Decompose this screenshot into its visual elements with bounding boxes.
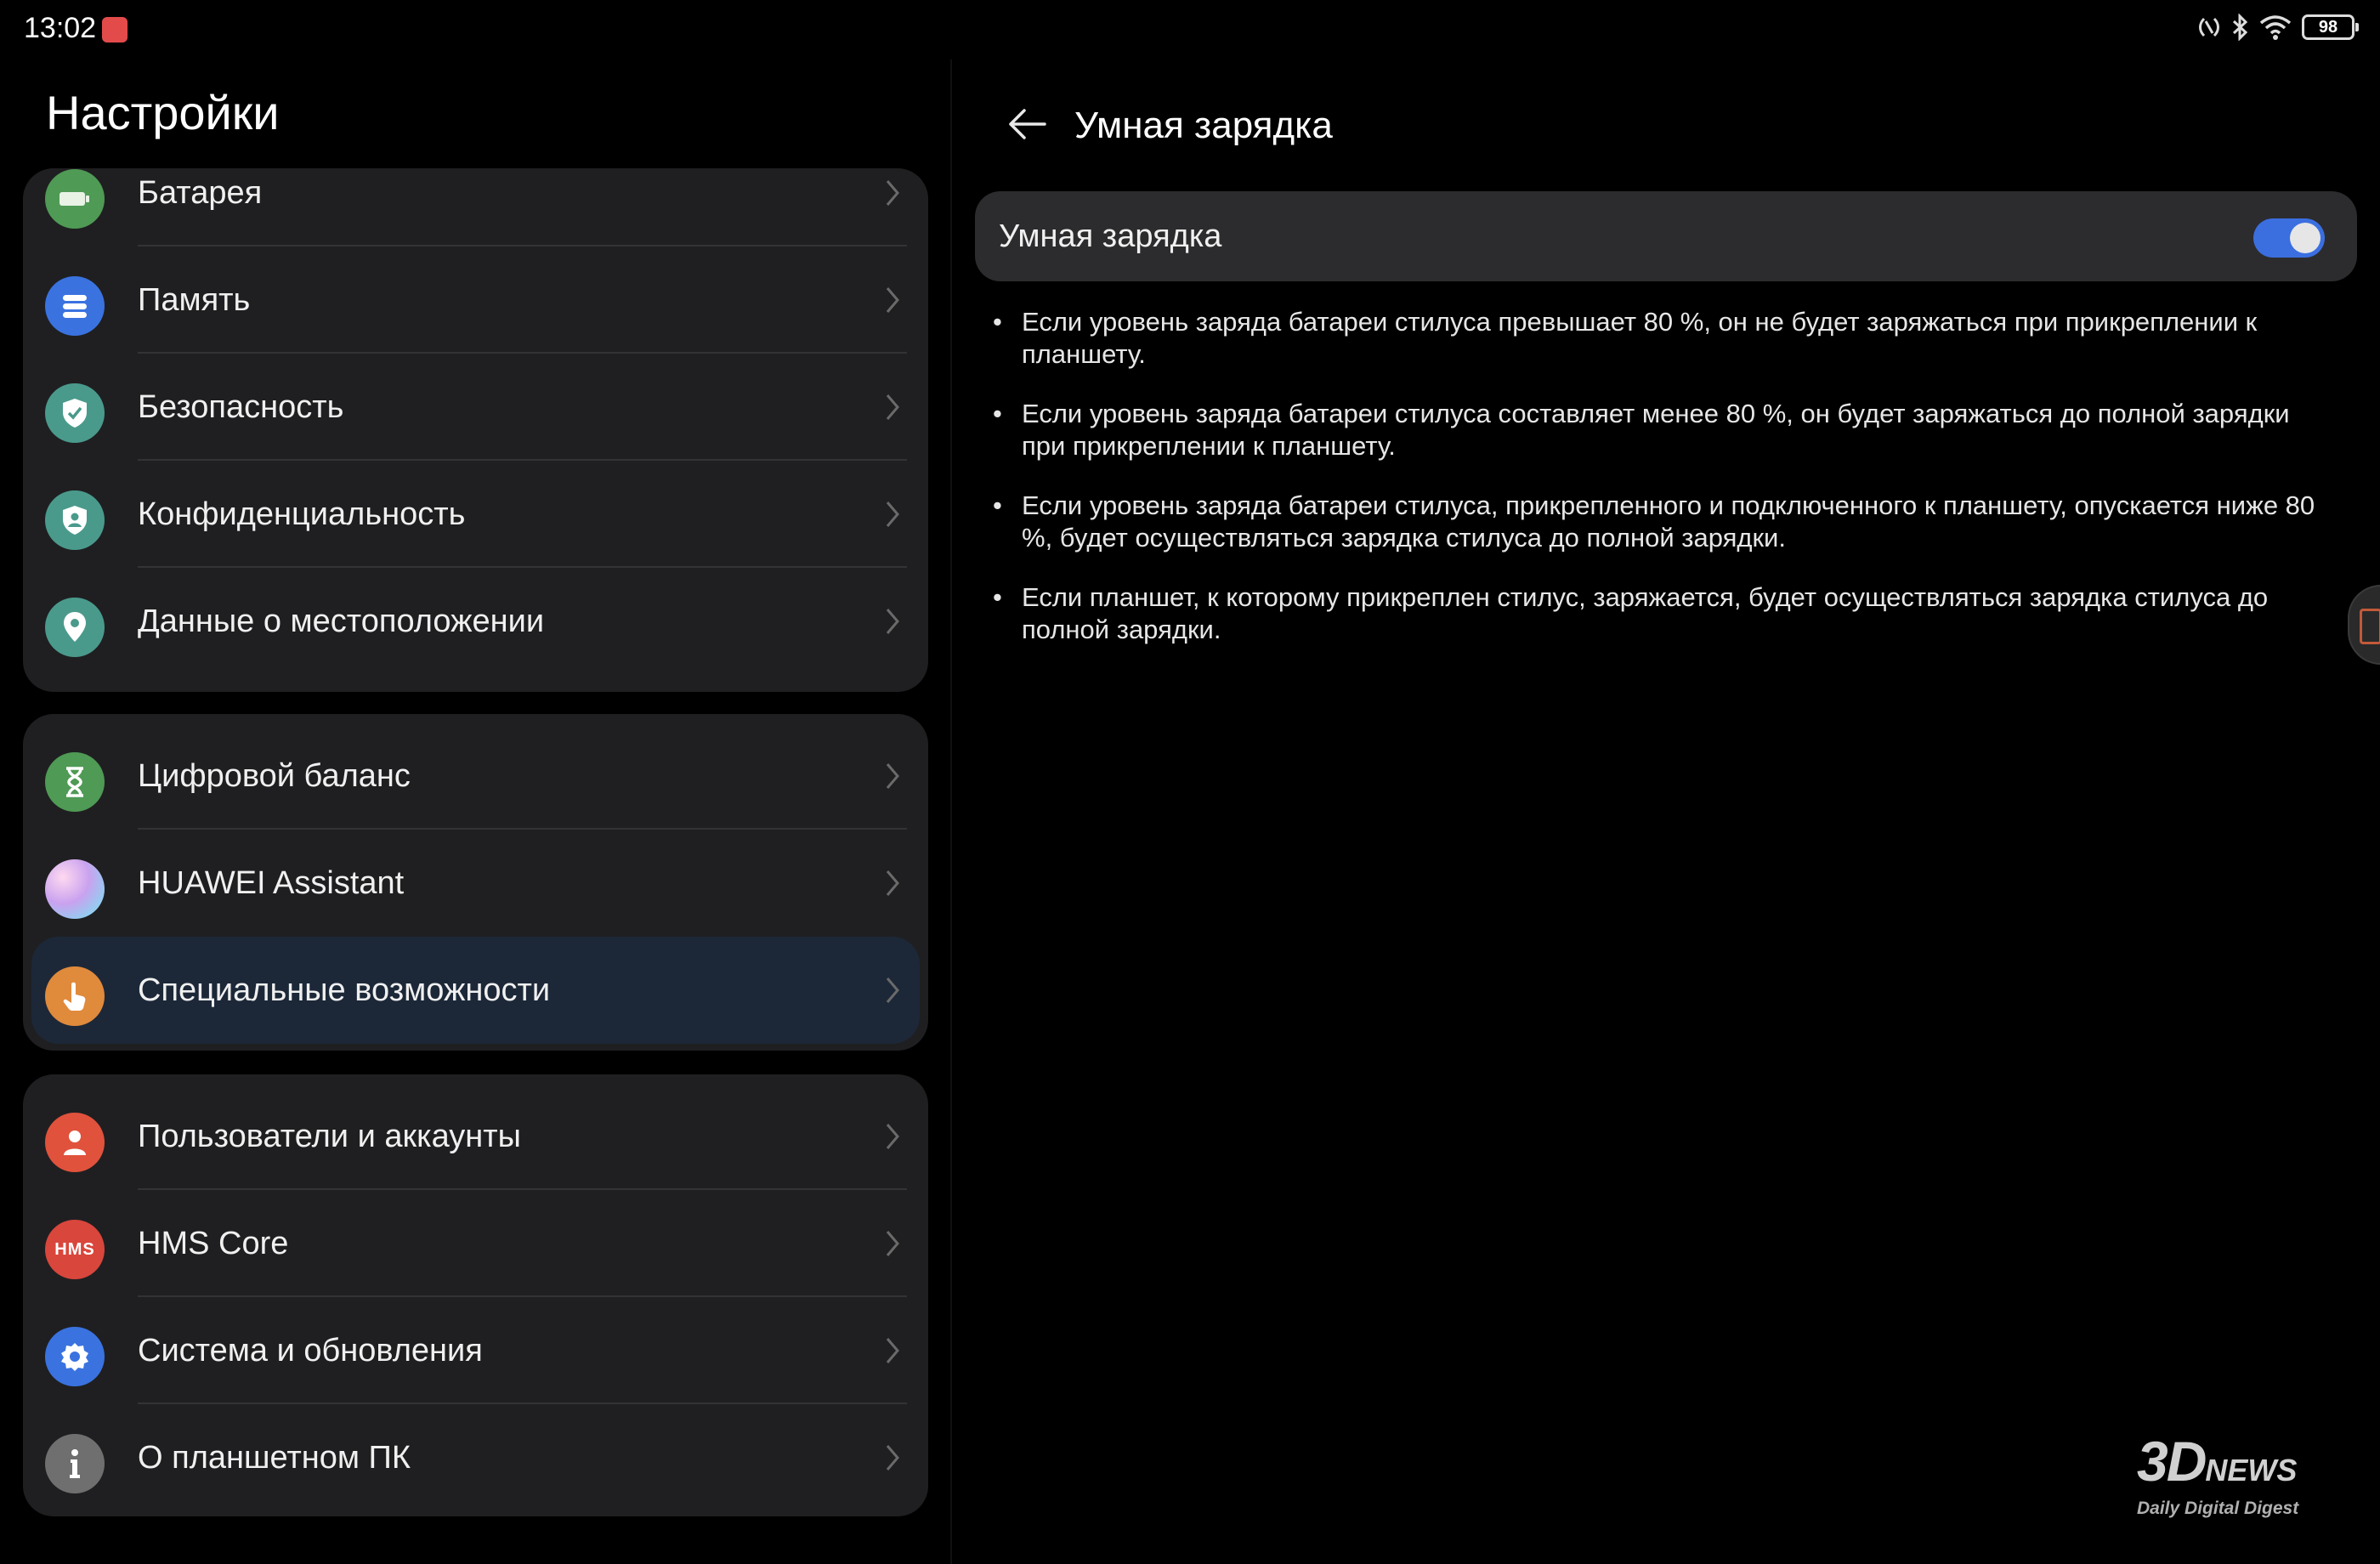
side-panel-handle[interactable] (2348, 585, 2380, 665)
settings-item-label: Батарея (138, 175, 263, 211)
bluetooth-icon (2232, 14, 2248, 41)
chevron-right-icon (886, 502, 899, 527)
settings-item-label: Специальные возможности (138, 972, 551, 1008)
settings-item-location[interactable]: Данные о местоположении (23, 568, 928, 675)
settings-item-label: Цифровой баланс (138, 758, 411, 794)
status-icons: 98 (2198, 14, 2359, 41)
info-icon (45, 1434, 105, 1493)
notification-icon (102, 17, 128, 42)
battery-icon (45, 169, 105, 229)
settings-item-label: Память (138, 282, 251, 318)
wifi-icon (2259, 15, 2292, 40)
settings-item-privacy[interactable]: Конфиденциальность (23, 461, 928, 568)
chevron-right-icon (886, 1338, 899, 1363)
info-item: Если уровень заряда батареи стилуса, при… (993, 490, 2336, 554)
watermark-logo-suffix: NEWS (2205, 1453, 2298, 1488)
chevron-right-icon (886, 609, 899, 634)
settings-item-label: Данные о местоположении (138, 604, 545, 639)
smart-charging-setting[interactable]: Умная зарядка (975, 191, 2357, 281)
status-bar: 13:02 98 (0, 0, 2380, 60)
watermark-logo-main: 3D (2137, 1430, 2207, 1493)
chevron-right-icon (886, 1231, 899, 1256)
assistant-icon (45, 859, 105, 919)
settings-item-battery[interactable]: Батарея (23, 168, 928, 246)
battery-indicator: 98 (2302, 14, 2359, 40)
chevron-right-icon (886, 1124, 899, 1149)
chevron-right-icon (886, 180, 899, 206)
chevron-right-icon (886, 287, 899, 313)
hand-icon (45, 966, 105, 1026)
toggle-knob (2290, 223, 2320, 253)
settings-item-about-tablet[interactable]: О планшетном ПК (23, 1404, 928, 1511)
chevron-right-icon (886, 978, 899, 1003)
gear-icon (45, 1327, 105, 1386)
settings-item-label: Пользователи и аккаунты (138, 1119, 521, 1154)
settings-list-pane: Настройки Батарея Память Безопасность Ко… (0, 60, 950, 1564)
watermark-tagline: Daily Digital Digest (2137, 1499, 2299, 1518)
settings-group-2: Цифровой баланс HUAWEI Assistant Специал… (23, 714, 928, 1051)
smart-charging-toggle[interactable] (2253, 218, 2325, 258)
settings-item-label: Конфиденциальность (138, 496, 466, 532)
settings-group-1: Батарея Память Безопасность Конфиденциал… (23, 168, 928, 692)
settings-item-label: HUAWEI Assistant (138, 865, 405, 901)
chevron-right-icon (886, 870, 899, 896)
hms-icon: HMS (45, 1220, 105, 1279)
settings-item-digital-balance[interactable]: Цифровой баланс (23, 722, 928, 830)
smart-charging-label: Умная зарядка (999, 218, 1222, 254)
settings-item-users-accounts[interactable]: Пользователи и аккаунты (23, 1083, 928, 1190)
settings-item-accessibility[interactable]: Специальные возможности (31, 937, 920, 1044)
info-list: Если уровень заряда батареи стилуса прев… (993, 306, 2336, 673)
watermark-logo: 3DNEWS Daily Digital Digest (2137, 1433, 2346, 1519)
info-item: Если уровень заряда батареи стилуса сост… (993, 398, 2336, 462)
chevron-right-icon (886, 763, 899, 789)
chevron-right-icon (886, 394, 899, 420)
settings-item-hms-core[interactable]: HMS HMS Core (23, 1190, 928, 1297)
nfc-icon (2199, 17, 2219, 37)
hourglass-icon (45, 752, 105, 812)
storage-icon (45, 276, 105, 336)
settings-item-label: Система и обновления (138, 1333, 483, 1368)
info-item: Если планшет, к которому прикреплен стил… (993, 581, 2336, 646)
settings-item-system-updates[interactable]: Система и обновления (23, 1297, 928, 1404)
chevron-right-icon (886, 1445, 899, 1470)
settings-item-memory[interactable]: Память (23, 246, 928, 354)
info-item: Если уровень заряда батареи стилуса прев… (993, 306, 2336, 371)
settings-group-3: Пользователи и аккаунты HMS HMS Core Сис… (23, 1074, 928, 1516)
smart-charging-pane: Умная зарядка Умная зарядка Если уровень… (952, 60, 2380, 1564)
back-button[interactable] (996, 94, 1057, 155)
watermark-mark: 3DNEWS (2137, 1433, 2346, 1495)
page-title: Настройки (46, 86, 280, 139)
location-icon (45, 598, 105, 657)
detail-title: Умная зарядка (1074, 105, 1333, 146)
settings-item-label: Безопасность (138, 389, 344, 425)
shield-check-icon (45, 383, 105, 443)
settings-item-label: HMS Core (138, 1226, 289, 1261)
side-panel-icon (2360, 609, 2380, 644)
settings-item-security[interactable]: Безопасность (23, 354, 928, 461)
settings-item-huawei-assistant[interactable]: HUAWEI Assistant (23, 830, 928, 937)
privacy-shield-icon (45, 490, 105, 550)
status-time: 13:02 (24, 12, 97, 44)
settings-item-label: О планшетном ПК (138, 1440, 411, 1476)
back-arrow-icon (1009, 109, 1046, 139)
user-icon (45, 1113, 105, 1172)
